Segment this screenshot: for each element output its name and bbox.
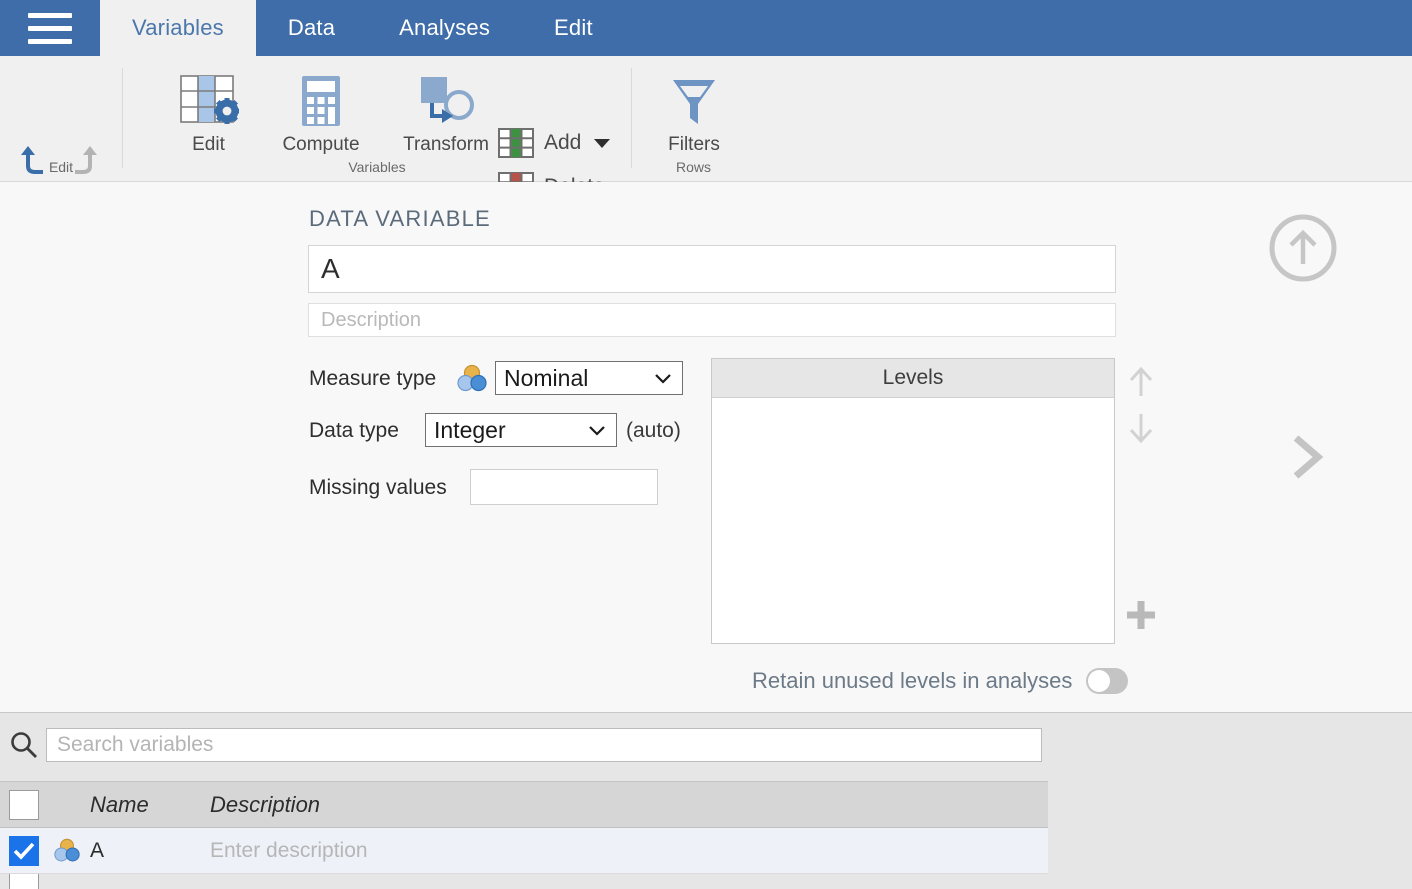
ribbon-group-label-edit: Edit	[48, 159, 74, 175]
hamburger-menu-icon[interactable]	[0, 0, 100, 56]
variable-name-input[interactable]: A	[308, 245, 1116, 293]
variable-name-value: A	[321, 253, 340, 284]
add-column-icon	[498, 128, 534, 158]
add-variable-button[interactable]: Add	[498, 128, 611, 158]
levels-header: Levels	[712, 359, 1114, 398]
transform-label: Transform	[403, 134, 489, 155]
ribbon-tab-bar: Variables Data Analyses Edit	[0, 0, 1412, 56]
ribbon-group-rows: Filters Rows	[632, 56, 755, 181]
row-checkbox[interactable]	[9, 835, 39, 866]
variable-description-input[interactable]: Description	[308, 303, 1116, 337]
missing-values-label: Missing values	[309, 476, 447, 499]
calculator-icon	[302, 76, 340, 126]
row-description[interactable]: Enter description	[210, 839, 1048, 863]
toggle-knob	[1088, 670, 1111, 692]
chevron-down-icon[interactable]	[593, 137, 611, 149]
select-all-cell[interactable]	[0, 789, 48, 820]
edit-variable-label: Edit	[192, 134, 225, 155]
jamovi-window: Variables Data Analyses Edit Edit Edit C…	[0, 0, 1412, 889]
ribbon-group-variables: Edit Compute Transform Add Variables	[123, 56, 631, 202]
retain-unused-levels-row: Retain unused levels in analyses	[752, 668, 1129, 694]
hamburger-bar	[28, 25, 72, 31]
circle-arrow-up-icon[interactable]	[1267, 212, 1339, 284]
measure-type-select[interactable]: Nominal	[495, 361, 683, 395]
ribbon-group-label-rows: Rows	[675, 159, 711, 175]
search-row: Search variables	[0, 713, 1048, 775]
ribbon-group-label-variables: Variables	[348, 159, 406, 175]
compute-label: Compute	[282, 134, 360, 155]
search-input[interactable]: Search variables	[46, 728, 1042, 762]
chevron-down-icon	[589, 426, 605, 436]
nominal-icon	[457, 364, 487, 392]
ribbon-toolbar: Edit Edit Compute Transform Add Variable…	[0, 56, 1412, 202]
retain-unused-levels-label: Retain unused levels in analyses	[752, 668, 1073, 693]
compute-button[interactable]: Compute	[263, 74, 379, 156]
move-level-up-button[interactable]	[1122, 362, 1160, 400]
variable-table: Name Description A Enter description	[0, 781, 1048, 889]
transform-icon	[421, 77, 474, 123]
tab-analyses[interactable]: Analyses	[367, 0, 522, 56]
measure-type-label: Measure type	[309, 367, 437, 390]
select-all-checkbox[interactable]	[9, 789, 39, 820]
filters-button[interactable]: Filters	[644, 74, 744, 156]
add-variable-label: Add	[544, 131, 582, 154]
table-header-row: Name Description	[0, 782, 1048, 828]
tab-variables[interactable]: Variables	[100, 0, 256, 56]
chevron-right-icon[interactable]	[1288, 434, 1326, 480]
missing-values-input[interactable]	[470, 469, 658, 505]
transform-button[interactable]: Transform	[381, 74, 511, 156]
levels-list[interactable]: Levels	[711, 358, 1115, 644]
move-level-down-button[interactable]	[1122, 410, 1160, 448]
row-measure-icon-cell	[48, 838, 86, 864]
measure-type-value: Nominal	[504, 364, 589, 391]
filters-label: Filters	[668, 134, 720, 155]
edit-variable-icon	[179, 75, 239, 124]
hamburger-bar	[28, 38, 72, 44]
edit-variable-button[interactable]: Edit	[156, 74, 261, 156]
search-placeholder: Search variables	[57, 733, 214, 756]
variable-list-panel: Search variables Name Description A Ente…	[0, 713, 1412, 889]
tab-edit[interactable]: Edit	[522, 0, 625, 56]
tab-data[interactable]: Data	[256, 0, 367, 56]
check-icon	[13, 842, 35, 860]
variable-description-placeholder: Description	[321, 308, 422, 331]
section-title: DATA VARIABLE	[309, 206, 491, 231]
ribbon-group-edit: Edit	[0, 56, 122, 181]
search-icon	[11, 732, 37, 758]
hamburger-bar	[28, 12, 72, 18]
data-type-select[interactable]: Integer	[425, 413, 617, 447]
table-row[interactable]: A Enter description	[0, 828, 1048, 874]
data-type-label: Data type	[309, 419, 399, 442]
retain-unused-levels-toggle[interactable]	[1086, 668, 1129, 694]
column-header-description: Description	[210, 791, 321, 817]
row-select-cell[interactable]	[0, 874, 48, 889]
data-type-auto-note: (auto)	[626, 419, 681, 442]
data-type-value: Integer	[434, 416, 506, 443]
table-row[interactable]	[0, 874, 1048, 889]
funnel-icon	[673, 80, 715, 124]
column-header-name: Name	[90, 791, 149, 817]
row-select-cell[interactable]	[0, 835, 48, 866]
add-level-button[interactable]	[1124, 598, 1158, 632]
nominal-icon	[54, 838, 80, 861]
row-checkbox[interactable]	[9, 874, 39, 889]
chevron-down-icon	[655, 374, 671, 384]
row-name: A	[90, 838, 105, 862]
